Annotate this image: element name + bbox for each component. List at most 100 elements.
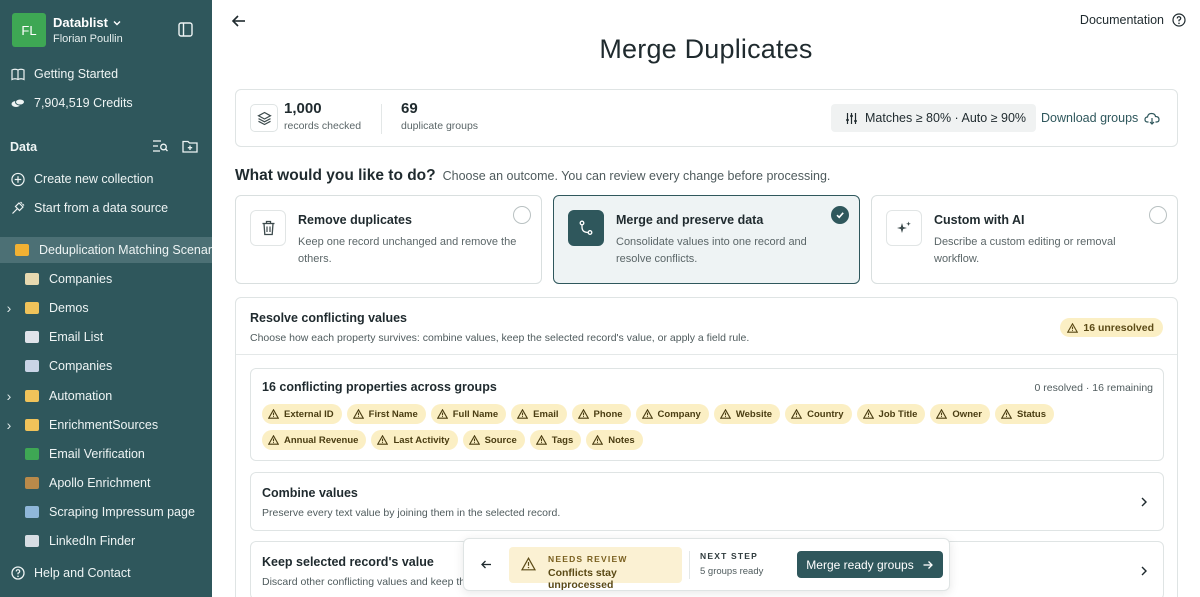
property-chip[interactable]: Notes: [586, 430, 643, 450]
property-chip[interactable]: Phone: [571, 404, 631, 424]
sidebar-item[interactable]: Scraping Impressum page: [0, 499, 212, 525]
radio-unchecked[interactable]: [1149, 206, 1167, 224]
check-icon: [836, 212, 844, 219]
book-icon: [11, 68, 25, 80]
getting-started-label: Getting Started: [34, 67, 119, 81]
sidebar-collapse-icon[interactable]: [178, 22, 193, 37]
sidebar-create-collection[interactable]: Create new collection: [11, 169, 154, 189]
combine-values-option[interactable]: Combine values Preserve every text value…: [250, 472, 1164, 531]
warning-icon: [862, 409, 874, 419]
property-chip-label: Phone: [593, 408, 623, 420]
avatar: FL: [12, 13, 46, 47]
threshold-settings-button[interactable]: Matches ≥ 80% · Auto ≥ 90%: [831, 104, 1037, 132]
stats-divider: [381, 104, 382, 134]
property-chip[interactable]: First Name: [346, 404, 426, 424]
option-merge-preserve[interactable]: Merge and preserve data Consolidate valu…: [553, 195, 860, 284]
sidebar-item-label: Demos: [49, 301, 89, 316]
option-title: Custom with AI: [934, 213, 1025, 227]
documentation-link[interactable]: Documentation: [1080, 13, 1186, 27]
property-chip-label: Company: [657, 408, 701, 420]
outcome-question: What would you like to do? Choose an out…: [235, 167, 830, 185]
property-chip-label: Owner: [952, 408, 982, 420]
sidebar-help[interactable]: Help and Contact: [11, 566, 131, 580]
trash-icon: [262, 220, 274, 236]
help-label: Help and Contact: [34, 566, 131, 580]
option-remove-duplicates[interactable]: Remove duplicates Keep one record unchan…: [235, 195, 542, 284]
workspace-switcher[interactable]: FL Datablist Florian Poullin: [12, 13, 123, 47]
property-chip[interactable]: Job Title: [856, 404, 926, 424]
merge-button-label: Merge ready groups: [806, 557, 914, 572]
property-chip-label: Tags: [551, 434, 574, 446]
chevron-right-icon[interactable]: ›: [1, 417, 17, 433]
warning-icon: [521, 557, 536, 571]
sidebar-item[interactable]: › EnrichmentSources: [0, 412, 212, 438]
sidebar-item[interactable]: › Automation: [0, 383, 212, 409]
chevron-right-icon[interactable]: ›: [1, 300, 17, 316]
search-list-icon[interactable]: [152, 139, 168, 153]
sidebar-getting-started[interactable]: Getting Started: [11, 64, 118, 84]
start-from-source-label: Start from a data source: [34, 201, 169, 215]
property-chip[interactable]: Source: [462, 430, 525, 450]
sidebar-item-label: Deduplication Matching Scenar: [38, 243, 212, 257]
property-chip-label: Email: [533, 408, 559, 420]
chevron-right-icon[interactable]: ›: [1, 388, 17, 404]
collection-icon: [25, 273, 39, 286]
help-circle-icon: [1172, 13, 1186, 27]
property-chip-label: External ID: [284, 408, 334, 420]
merge-ready-groups-button[interactable]: Merge ready groups: [797, 551, 943, 578]
sidebar-start-from-source[interactable]: Start from a data source: [11, 198, 168, 218]
sidebar-item[interactable]: Apollo Enrichment: [0, 470, 212, 496]
sliders-icon: [846, 112, 857, 124]
chevron-right-icon: [1141, 497, 1147, 507]
option-title: Remove duplicates: [298, 213, 412, 227]
unresolved-badge: 16 unresolved: [1060, 318, 1163, 337]
property-chip[interactable]: Tags: [529, 430, 582, 450]
property-chip[interactable]: Annual Revenue: [262, 430, 367, 450]
sidebar-item[interactable]: Email List: [0, 324, 212, 350]
property-chip[interactable]: Email: [511, 404, 567, 424]
next-step-info: NEXT STEP 5 groups ready: [700, 551, 763, 577]
stats-bar: 1,000 records checked 69 duplicate group…: [235, 89, 1178, 147]
back-arrow-icon[interactable]: [230, 12, 248, 30]
property-chip-label: Website: [735, 408, 773, 420]
workspace-user: Florian Poullin: [53, 33, 123, 45]
property-chip[interactable]: Full Name: [430, 404, 507, 424]
sidebar-item[interactable]: LinkedIn Finder: [0, 528, 212, 554]
resolve-subtitle: Choose how each property survives: combi…: [250, 332, 750, 344]
collection-icon: [25, 476, 39, 489]
property-chip[interactable]: Last Activity: [371, 430, 458, 450]
sidebar-item-label: Companies: [49, 359, 113, 374]
question-subtitle: Choose an outcome. You can review every …: [442, 169, 831, 183]
sidebar-item[interactable]: › Demos: [0, 295, 212, 321]
radio-unchecked[interactable]: [513, 206, 531, 224]
back-arrow-icon[interactable]: [479, 557, 494, 572]
sidebar-item-label: Automation: [49, 388, 113, 403]
sidebar-item-label: LinkedIn Finder: [49, 534, 136, 548]
property-chip[interactable]: Country: [785, 404, 852, 424]
property-chip[interactable]: External ID: [262, 404, 342, 424]
radio-checked[interactable]: [831, 206, 849, 224]
floating-action-bar: NEEDS REVIEW Conflicts stay unprocessed …: [463, 538, 950, 591]
option-custom-ai[interactable]: Custom with AI Describe a custom editing…: [871, 195, 1178, 284]
warning-icon: [577, 409, 589, 419]
download-label: Download groups: [1041, 111, 1139, 125]
new-folder-icon[interactable]: [182, 139, 198, 153]
sidebar-item[interactable]: Companies: [0, 353, 212, 379]
warning-icon: [641, 409, 653, 419]
combine-title: Combine values: [262, 486, 358, 500]
sidebar-credits[interactable]: 7,904,519 Credits: [11, 93, 133, 113]
option-description: Keep one record unchanged and remove the…: [298, 236, 517, 265]
sidebar-item[interactable]: Deduplication Matching Scenar: [0, 237, 212, 263]
warning-icon: [517, 409, 529, 419]
warning-icon: [1067, 322, 1079, 333]
property-chip[interactable]: Company: [635, 404, 709, 424]
download-groups-button[interactable]: Download groups: [1041, 111, 1160, 125]
sidebar-section-title: Data: [10, 140, 38, 154]
keep-title: Keep selected record's value: [262, 555, 434, 569]
sidebar-item[interactable]: Companies: [0, 266, 212, 292]
property-chip[interactable]: Owner: [930, 404, 990, 424]
sidebar-item[interactable]: Email Verification: [0, 441, 212, 467]
property-chip-label: Source: [484, 434, 517, 446]
property-chip[interactable]: Website: [713, 404, 781, 424]
property-chip[interactable]: Status: [994, 404, 1055, 424]
